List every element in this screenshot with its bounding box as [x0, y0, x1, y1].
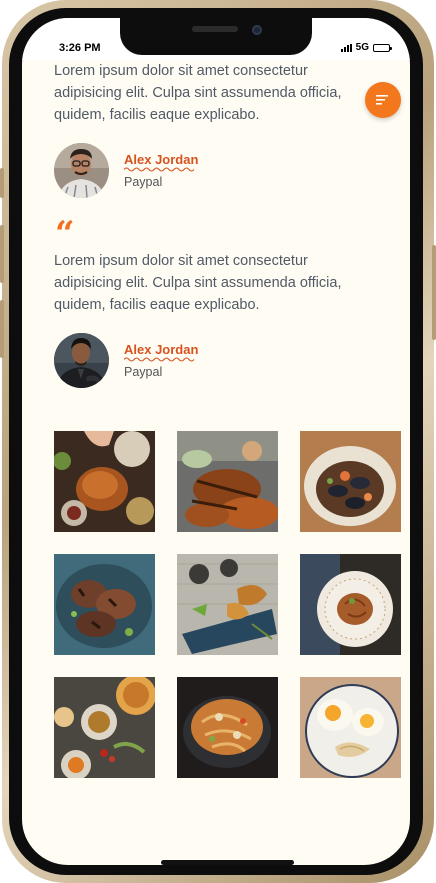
author-name: Alex Jordan: [124, 152, 199, 167]
squiggle-underline: [124, 357, 195, 362]
gallery-image-sharing-plates[interactable]: [54, 677, 155, 778]
testimonial-author: Alex Jordan Paypal: [54, 143, 198, 198]
menu-icon: [376, 95, 388, 105]
gallery-image-pasta-bowl[interactable]: [300, 554, 401, 655]
home-indicator: [161, 860, 294, 865]
gallery-image-noodle-bowl[interactable]: [177, 677, 278, 778]
network-label: 5G: [355, 42, 369, 53]
gallery-image-mussels[interactable]: [300, 431, 401, 532]
speaker: [192, 26, 238, 32]
author-info: Alex Jordan Paypal: [124, 342, 198, 379]
avatar: [54, 143, 109, 198]
squiggle-underline: [124, 167, 195, 172]
testimonial-text: Lorem ipsum dolor sit amet consectetur a…: [54, 253, 342, 313]
gallery-image-roasted-chicken[interactable]: [54, 554, 155, 655]
gallery-image-fried-pastries[interactable]: [177, 554, 278, 655]
menu-button[interactable]: [365, 82, 401, 118]
phone-bezel: 3:26 PM 5G Lorem ipsum dolor sit amet co…: [9, 8, 423, 875]
screen: 3:26 PM 5G Lorem ipsum dolor sit amet co…: [22, 18, 410, 865]
author-company: Paypal: [124, 365, 163, 379]
gallery-image-fried-eggs[interactable]: [300, 677, 401, 778]
notch: [120, 18, 312, 55]
power-button: [432, 245, 436, 340]
volume-down-button: [0, 300, 4, 358]
testimonial-author: Alex Jordan Paypal: [54, 333, 198, 388]
battery-icon: [373, 43, 392, 52]
author-name: Alex Jordan: [124, 342, 199, 357]
author-info: Alex Jordan Paypal: [124, 152, 198, 189]
signal-icon: [340, 43, 352, 52]
gallery-image-grilled-chicken[interactable]: [177, 431, 278, 532]
testimonial-text: Lorem ipsum dolor sit amet consectetur a…: [54, 63, 342, 123]
page-content: Lorem ipsum dolor sit amet consectetur a…: [22, 18, 410, 865]
volume-up-button: [0, 225, 4, 283]
mute-switch: [0, 168, 4, 198]
avatar: [54, 333, 109, 388]
author-company: Paypal: [124, 175, 163, 189]
status-indicators: 5G: [340, 42, 392, 53]
camera: [252, 25, 262, 35]
quote-icon: “: [55, 214, 75, 254]
food-gallery: [54, 431, 402, 778]
status-time: 3:26 PM: [59, 42, 101, 54]
gallery-image-roast-chicken[interactable]: [54, 431, 155, 532]
